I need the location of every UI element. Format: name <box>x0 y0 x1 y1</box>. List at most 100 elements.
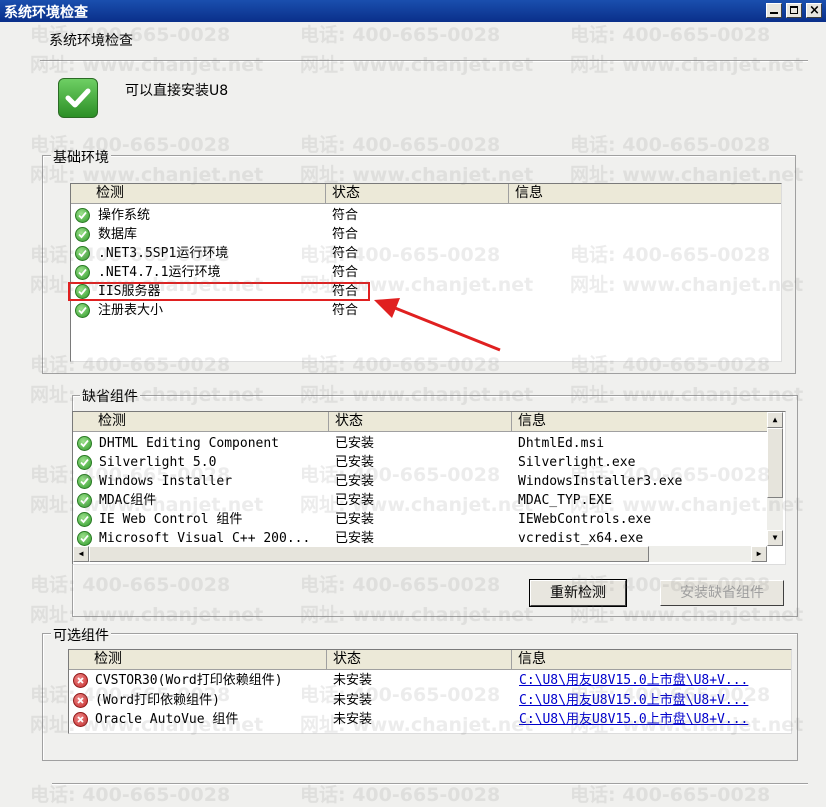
col-status[interactable]: 状态 <box>329 412 512 431</box>
annotation-arrow <box>374 298 501 352</box>
row-status: 已安装 <box>335 493 375 508</box>
row-name: DHTML Editing Component <box>99 436 280 451</box>
row-info: IEWebControls.exe <box>518 512 652 527</box>
optional-components-list[interactable]: 检测 状态 信息 CVSTOR30(Word打印依赖组件) 未安装 C:\U8\用友… <box>68 649 792 734</box>
list-item[interactable]: MDAC组件 已安装 MDAC_TYP.EXE <box>73 491 767 510</box>
row-info[interactable]: C:\U8\用友U8V15.0上市盘\U8+V... <box>519 671 785 690</box>
ok-check-icon <box>77 436 92 451</box>
col-info[interactable]: 信息 <box>512 412 767 431</box>
row-name: CVSTOR30(Word打印依赖组件) <box>95 673 283 688</box>
maximize-button[interactable] <box>786 3 802 18</box>
watermark-site: 网址: www.chanjet.net <box>300 54 534 76</box>
ok-check-icon <box>75 208 90 223</box>
close-button[interactable]: × <box>806 3 822 18</box>
row-status: 符合 <box>332 208 359 223</box>
row-status: 符合 <box>332 265 359 280</box>
scroll-thumb[interactable] <box>767 428 783 498</box>
list-item[interactable]: .NET4.7.1运行环境 符合 <box>71 263 771 282</box>
vertical-scrollbar[interactable]: ▲ ▼ <box>767 412 783 546</box>
row-name: MDAC组件 <box>99 493 157 508</box>
scroll-right-icon[interactable]: ▶ <box>751 546 767 562</box>
list-item[interactable]: 数据库 符合 <box>71 225 771 244</box>
row-info[interactable]: C:\U8\用友U8V15.0上市盘\U8+V... <box>519 691 785 710</box>
ok-check-icon <box>77 512 92 527</box>
row-info: DhtmlEd.msi <box>518 436 605 451</box>
row-status: 已安装 <box>335 436 375 451</box>
ok-check-icon <box>77 493 92 508</box>
col-check[interactable]: 检测 <box>71 184 326 203</box>
row-name: 注册表大小 <box>98 303 164 318</box>
list-header: 检测 状态 信息 <box>69 650 791 670</box>
list-item[interactable]: .NET3.5SP1运行环境 符合 <box>71 244 771 263</box>
ok-check-icon <box>75 303 90 318</box>
horizontal-scrollbar[interactable]: ◀ ▶ <box>73 546 767 562</box>
col-info[interactable]: 信息 <box>509 184 781 203</box>
row-name: Silverlight 5.0 <box>99 455 217 470</box>
list-item[interactable]: Silverlight 5.0 已安装 Silverlight.exe <box>73 453 767 472</box>
error-x-icon <box>73 673 88 688</box>
list-item[interactable]: DHTML Editing Component 已安装 DhtmlEd.msi <box>73 434 767 453</box>
list-item[interactable]: 操作系统 符合 <box>71 206 771 225</box>
ok-check-icon <box>75 227 90 242</box>
minimize-button[interactable] <box>766 3 782 18</box>
list-item[interactable]: CVSTOR30(Word打印依赖组件) 未安装 C:\U8\用友U8V15.0上市… <box>69 671 789 690</box>
default-components-label: 缺省组件 <box>80 386 140 406</box>
error-x-icon <box>73 692 88 708</box>
watermark-site: 网址: www.chanjet.net <box>570 54 804 76</box>
row-status: 已安装 <box>335 474 375 489</box>
row-name: Oracle AutoVue 组件 <box>95 712 239 727</box>
row-name: (Word打印依赖组件) <box>95 692 220 708</box>
ok-check-icon <box>77 531 92 546</box>
row-status: 未安装 <box>333 712 373 727</box>
row-status: 符合 <box>332 227 359 242</box>
check-status-text: 可以直接安装U8 <box>125 83 229 99</box>
install-default-button[interactable]: 安装缺省组件 <box>660 580 784 606</box>
scroll-left-icon[interactable]: ◀ <box>73 546 89 562</box>
row-name: IE Web Control 组件 <box>99 512 243 527</box>
row-name: 数据库 <box>98 227 138 242</box>
list-item[interactable]: (Word打印依赖组件) 未安装 C:\U8\用友U8V15.0上市盘\U8+V..… <box>69 691 789 710</box>
watermark-phone: 电话: 400-665-0028 <box>300 24 501 46</box>
watermark-phone: 电话: 400-665-0028 <box>570 24 771 46</box>
ok-check-icon <box>77 455 92 470</box>
col-info[interactable]: 信息 <box>512 650 791 669</box>
col-status[interactable]: 状态 <box>326 184 509 203</box>
watermark-phone: 电话: 400-665-0028 <box>300 134 501 156</box>
row-name: 操作系统 <box>98 208 151 223</box>
row-status: 已安装 <box>335 455 375 470</box>
list-item[interactable]: IE Web Control 组件 已安装 IEWebControls.exe <box>73 510 767 529</box>
row-info: MDAC_TYP.EXE <box>518 493 612 508</box>
scroll-up-icon[interactable]: ▲ <box>767 412 783 428</box>
ok-check-icon <box>77 474 92 489</box>
default-components-list[interactable]: 检测 状态 信息 DHTML Editing Component 已安装 Dhtml… <box>72 411 786 565</box>
col-status[interactable]: 状态 <box>327 650 512 669</box>
basic-env-label: 基础环境 <box>51 147 111 167</box>
divider <box>52 783 808 785</box>
watermark-site: 网址: www.chanjet.net <box>30 54 264 76</box>
window-title: 系统环境检查 <box>4 5 88 21</box>
row-name: Windows Installer <box>99 474 233 489</box>
hscroll-thumb[interactable] <box>89 546 649 562</box>
list-header: 检测 状态 信息 <box>71 184 781 204</box>
row-info[interactable]: C:\U8\用友U8V15.0上市盘\U8+V... <box>519 710 785 729</box>
title-bar: 系统环境检查 × <box>0 0 826 22</box>
recheck-button[interactable]: 重新检测 <box>529 579 627 607</box>
row-status: 已安装 <box>335 512 375 527</box>
watermark-phone: 电话: 400-665-0028 <box>570 134 771 156</box>
row-status: 未安装 <box>333 692 373 708</box>
error-x-icon <box>73 712 88 727</box>
list-item[interactable]: Oracle AutoVue 组件 未安装 C:\U8\用友U8V15.0上市盘\U… <box>69 710 789 729</box>
row-status: 未安装 <box>333 673 373 688</box>
row-name: .NET3.5SP1运行环境 <box>98 246 229 261</box>
scroll-down-icon[interactable]: ▼ <box>767 530 783 546</box>
optional-components-label: 可选组件 <box>51 625 111 645</box>
row-info: Silverlight.exe <box>518 455 636 470</box>
check-icon <box>58 78 98 118</box>
highlight-box <box>68 282 370 301</box>
col-check[interactable]: 检测 <box>73 412 329 431</box>
list-item[interactable]: Windows Installer 已安装 WindowsInstaller3.ex… <box>73 472 767 491</box>
col-check[interactable]: 检测 <box>69 650 327 669</box>
row-status: 符合 <box>332 246 359 261</box>
ok-check-icon <box>75 246 90 261</box>
ok-check-icon <box>75 265 90 280</box>
